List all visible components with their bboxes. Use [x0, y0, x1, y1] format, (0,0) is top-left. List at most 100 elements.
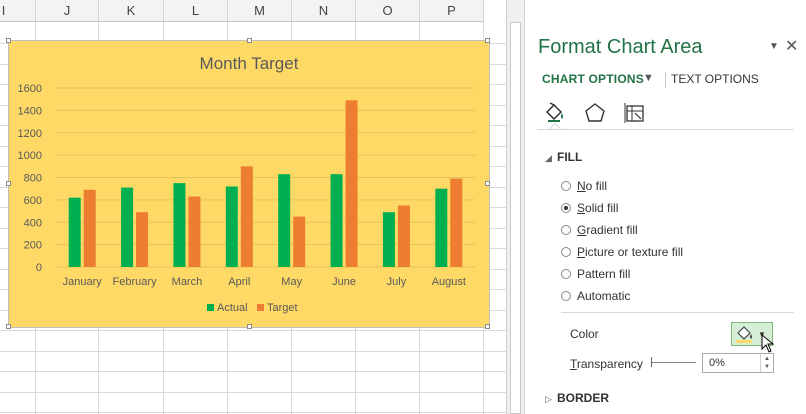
bar-target[interactable]: [240, 166, 253, 267]
bar-actual[interactable]: [382, 212, 395, 267]
border-section-header[interactable]: ▷ BORDER: [545, 391, 609, 405]
y-tick-label: 400: [24, 217, 42, 229]
column-header[interactable]: L: [164, 0, 228, 22]
chart-title[interactable]: Month Target: [200, 54, 299, 73]
resize-handle[interactable]: [247, 38, 252, 43]
bar-target[interactable]: [397, 205, 410, 267]
resize-handle[interactable]: [247, 324, 252, 329]
vertical-scrollbar[interactable]: [506, 0, 524, 414]
radio-button[interactable]: [561, 203, 571, 213]
x-tick-label: June: [332, 276, 356, 288]
x-tick-label: February: [113, 276, 158, 288]
tab-text-options[interactable]: TEXT OPTIONS: [671, 72, 759, 86]
y-tick-label: 600: [24, 195, 42, 207]
resize-handle[interactable]: [485, 181, 490, 186]
resize-handle[interactable]: [6, 38, 11, 43]
y-tick-label: 800: [24, 173, 42, 185]
column-header[interactable]: O: [356, 0, 420, 22]
option-label: icture or texture fill: [585, 245, 684, 259]
fill-option[interactable]: Automatic: [561, 287, 630, 305]
color-label: Color: [570, 327, 599, 341]
spin-down-icon[interactable]: ▼: [764, 363, 770, 371]
fill-option[interactable]: Solid fill: [561, 199, 618, 217]
bar-actual[interactable]: [121, 187, 134, 267]
x-tick-label: August: [432, 276, 466, 288]
bar-actual[interactable]: [68, 197, 81, 267]
chart-area[interactable]: Month Target 0 200 400 600 800 1000 1200 1400 160…: [6, 38, 490, 329]
legend-swatch[interactable]: [257, 304, 264, 311]
option-accelerator: S: [577, 201, 586, 215]
radio-button[interactable]: [561, 225, 571, 235]
y-tick-label: 1400: [18, 105, 42, 117]
column-header[interactable]: J: [36, 0, 99, 22]
size-properties-icon[interactable]: [621, 99, 649, 127]
bar-target[interactable]: [345, 100, 358, 268]
close-icon[interactable]: ✕: [785, 36, 798, 56]
legend-label[interactable]: Target: [267, 302, 298, 314]
bar-target[interactable]: [188, 196, 201, 267]
resize-handle[interactable]: [6, 324, 11, 329]
column-header[interactable]: P: [420, 0, 484, 22]
column-header[interactable]: M: [228, 0, 292, 22]
bar-actual[interactable]: [278, 174, 291, 267]
option-label: o fill: [585, 179, 608, 193]
spreadsheet-grid[interactable]: IJKLMNOP Month Target 0 200 400 600 800 1000 12…: [0, 0, 506, 414]
radio-button[interactable]: [561, 269, 571, 279]
scrollbar-thumb[interactable]: [510, 22, 521, 414]
selected-icon-indicator: [549, 123, 561, 129]
column-header[interactable]: I: [0, 0, 36, 22]
radio-button[interactable]: [561, 247, 571, 257]
legend-swatch[interactable]: [207, 304, 214, 311]
bar-target[interactable]: [83, 189, 96, 267]
transparency-value[interactable]: 0%: [703, 354, 760, 372]
gridline: [0, 412, 506, 413]
transparency-label: Transparency: [570, 357, 643, 371]
bar-actual[interactable]: [435, 188, 448, 267]
column-header[interactable]: K: [99, 0, 164, 22]
column-header[interactable]: N: [292, 0, 356, 22]
resize-handle[interactable]: [6, 181, 11, 186]
gridline: [0, 392, 506, 393]
collapse-arrow-icon: ◢: [545, 153, 552, 163]
bar-actual[interactable]: [225, 186, 238, 267]
radio-button[interactable]: [561, 181, 571, 191]
bar-target[interactable]: [136, 212, 149, 267]
transparency-input[interactable]: 0% ▲ ▼: [702, 353, 774, 373]
fill-option[interactable]: Pattern fill: [561, 265, 630, 283]
paint-bucket-icon: [736, 326, 752, 343]
bar-actual[interactable]: [173, 183, 186, 267]
expand-arrow-icon: ▷: [545, 394, 552, 404]
bar-target[interactable]: [293, 216, 306, 267]
resize-handle[interactable]: [485, 38, 490, 43]
mouse-cursor-icon: [761, 334, 775, 353]
fill-divider: [561, 312, 794, 313]
y-tick-label: 1200: [18, 128, 42, 140]
effects-icon[interactable]: [581, 99, 609, 127]
fill-option[interactable]: No fill: [561, 177, 607, 195]
bar-target[interactable]: [450, 178, 463, 267]
legend-label[interactable]: Actual: [217, 302, 248, 314]
y-tick-label: 200: [24, 240, 42, 252]
gridline: [0, 371, 506, 372]
chart-options-dropdown-icon[interactable]: ▼: [643, 72, 654, 84]
x-tick-label: July: [387, 276, 407, 288]
radio-button[interactable]: [561, 291, 571, 301]
tab-chart-options[interactable]: CHART OPTIONS: [542, 72, 644, 86]
fill-option[interactable]: Gradient fill: [561, 221, 638, 239]
resize-handle[interactable]: [485, 324, 490, 329]
option-accelerator: N: [577, 179, 586, 193]
x-tick-label: April: [228, 276, 250, 288]
spin-up-icon[interactable]: ▲: [764, 355, 770, 363]
gridline: [0, 330, 506, 331]
option-label: radient fill: [586, 223, 638, 237]
fill-option[interactable]: Picture or texture fill: [561, 243, 683, 261]
column-chart[interactable]: Month Target 0 200 400 600 800 1000 1200 1400 160…: [9, 41, 489, 327]
option-label: Automatic: [577, 289, 631, 303]
fill-section-header[interactable]: ◢ FILL: [545, 150, 582, 164]
bar-actual[interactable]: [330, 174, 343, 267]
x-tick-label: January: [63, 276, 103, 288]
x-tick-label: March: [172, 276, 203, 288]
option-label: Pattern fill: [577, 267, 631, 281]
pane-options-chevron-icon[interactable]: ▼: [769, 41, 779, 52]
transparency-slider[interactable]: [652, 362, 696, 363]
